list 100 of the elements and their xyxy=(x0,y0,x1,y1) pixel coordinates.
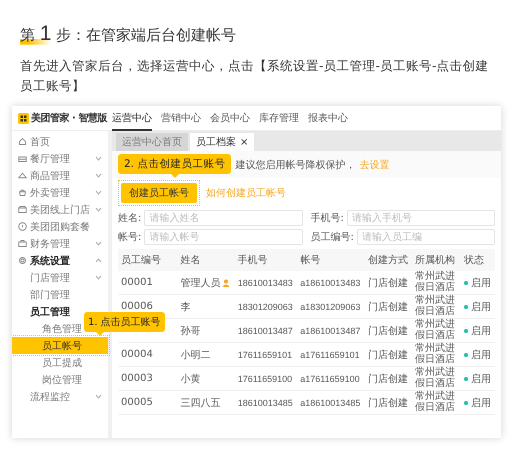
notice-text: 建议您启用帐号降权保护， xyxy=(235,158,356,172)
sidebar-item[interactable]: 美团线上门店 xyxy=(12,201,108,218)
table-cell: a17611659101 xyxy=(300,350,360,360)
table-cell: 18610013487 xyxy=(238,326,293,336)
caret-icon xyxy=(95,207,102,212)
table-cell-text: 启用 xyxy=(471,276,492,290)
sidebar-item[interactable]: 外卖管理 xyxy=(12,184,108,201)
table-cell: a18610013485 xyxy=(300,398,360,408)
sidebar-item[interactable]: 商品管理 xyxy=(12,167,108,184)
page-tab[interactable]: 运营中心首页 xyxy=(116,133,188,151)
nav-tab[interactable]: 库存管理 xyxy=(259,106,299,130)
filter-field[interactable]: 请输入姓名 xyxy=(144,210,302,226)
menu-icon xyxy=(18,239,27,248)
callout: 2. 点击创建员工账号 xyxy=(118,154,232,178)
nav-tab[interactable]: 营销中心 xyxy=(161,106,201,130)
intro-paragraph: 首先进入管家后台，选择运营中心，点击【系统设置-员工管理-员工账号-点击创建员工账号】 xyxy=(20,57,490,95)
sidebar-item[interactable]: 流程监控 xyxy=(12,388,108,405)
table-cell: 门店创建 xyxy=(368,350,408,360)
table-cell: 00005 xyxy=(121,397,153,408)
nav-tab[interactable]: 会员中心 xyxy=(210,106,250,130)
menu-icon xyxy=(18,205,27,214)
filter-label: 帐号: xyxy=(118,230,142,244)
menu-icon xyxy=(18,171,27,180)
menu-icon xyxy=(18,188,27,197)
table-cell-text: 启用 xyxy=(471,324,492,338)
table-cell: 18610013485 xyxy=(238,398,293,408)
table-cell-text: 常州武进假日酒店 xyxy=(415,296,456,317)
caret-icon xyxy=(95,156,102,161)
status-dot xyxy=(464,352,468,356)
logo-icon xyxy=(18,112,29,124)
column-header: 姓名 xyxy=(177,249,235,271)
column-header: 帐号 xyxy=(297,249,365,271)
table-cell: 17611659101 xyxy=(238,350,292,360)
filter-field[interactable]: 请输入手机号 xyxy=(346,210,495,226)
sidebar-item[interactable]: 餐厅管理 xyxy=(12,150,108,167)
table-cell-text: 小黄 xyxy=(180,372,200,386)
table-cell-text: 常州武进假日酒店 xyxy=(415,272,456,293)
filter-label: 员工编号: xyxy=(310,230,354,244)
table-cell-text: 常州武进假日酒店 xyxy=(415,368,456,389)
table-cell-text: 常州武进假日酒店 xyxy=(415,320,456,341)
sidebar-item[interactable]: 门店管理 xyxy=(12,269,108,286)
table-cell: 门店创建 xyxy=(368,374,408,384)
table-cell: 门店创建 xyxy=(368,326,408,336)
status-dot xyxy=(464,400,468,404)
caret-icon xyxy=(95,394,102,399)
column-header: 创建方式 xyxy=(364,249,412,271)
caret-icon xyxy=(95,173,102,178)
menu-icon xyxy=(18,222,27,231)
table-cell-text: 三四八五 xyxy=(180,396,220,410)
column-header: 状态 xyxy=(461,249,495,271)
filter-label: 姓名: xyxy=(118,212,142,225)
filter-field[interactable]: 请输入帐号 xyxy=(144,229,302,245)
caret-icon xyxy=(95,241,102,246)
page-tab[interactable]: 员工档案 × xyxy=(190,133,254,151)
sidebar-item[interactable]: 员工提成 xyxy=(12,354,82,371)
menu-icon xyxy=(18,256,27,265)
filter-field[interactable]: 请输入员工编 xyxy=(356,229,495,245)
table-cell: 00006 xyxy=(121,301,153,312)
table-cell-text: 启用 xyxy=(471,372,492,386)
table-cell-text: 常州武进假日酒店 xyxy=(415,344,456,365)
column-header: 手机号 xyxy=(234,249,298,271)
sidebar-item[interactable]: 系统设置 xyxy=(12,252,108,269)
table-cell: a18610013483 xyxy=(300,278,360,288)
table-cell-text: 启用 xyxy=(471,300,492,314)
menu-icon xyxy=(18,154,27,163)
table-cell-text: 小明二 xyxy=(180,348,210,362)
status-dot xyxy=(464,328,468,332)
table-cell: a18610013487 xyxy=(300,326,360,336)
caret-icon xyxy=(95,258,102,263)
sidebar-item[interactable]: 部门管理 xyxy=(12,286,108,303)
column-header: 员工编号 xyxy=(118,249,178,271)
filter-label: 手机号: xyxy=(310,212,344,225)
table-cell: 18610013483 xyxy=(238,278,293,288)
create-account-button[interactable]: 创建员工帐号 xyxy=(121,183,197,203)
caret-icon xyxy=(95,275,102,280)
table-cell-text: 李 xyxy=(180,300,190,314)
table-cell: 17611659100 xyxy=(238,374,292,384)
sidebar-item[interactable]: 首页 xyxy=(12,133,108,150)
sidebar-item[interactable]: 财务管理 xyxy=(12,235,108,252)
status-dot xyxy=(464,376,468,380)
table-cell-text: 常州武进假日酒店 xyxy=(415,392,456,413)
table-cell: 00001 xyxy=(121,277,153,288)
table-cell-text: 管理人员 xyxy=(180,276,220,290)
status-dot xyxy=(464,280,468,284)
sidebar-item[interactable]: 美团团购套餐 xyxy=(12,218,108,235)
nav-tab[interactable]: 报表中心 xyxy=(308,106,348,130)
menu-icon xyxy=(18,137,27,146)
table-cell-text: 启用 xyxy=(471,348,492,362)
table-cell-text: 孙哥 xyxy=(180,324,200,338)
table-cell: 18301209063 xyxy=(238,302,293,312)
table-cell: 门店创建 xyxy=(368,302,408,312)
table-cell: 门店创建 xyxy=(368,278,408,288)
table-cell: 00003 xyxy=(121,373,153,384)
logo-text: 美团管家 · 智慧版 xyxy=(31,111,107,125)
sidebar-item[interactable]: 岗位管理 xyxy=(12,371,82,388)
table-cell: 门店创建 xyxy=(368,398,408,408)
table-cell: a18301209063 xyxy=(300,302,360,312)
table-cell-text: 启用 xyxy=(471,396,492,410)
sidebar-item[interactable]: 角色管理 xyxy=(12,320,82,337)
table-cell: a17611659100 xyxy=(300,374,360,384)
